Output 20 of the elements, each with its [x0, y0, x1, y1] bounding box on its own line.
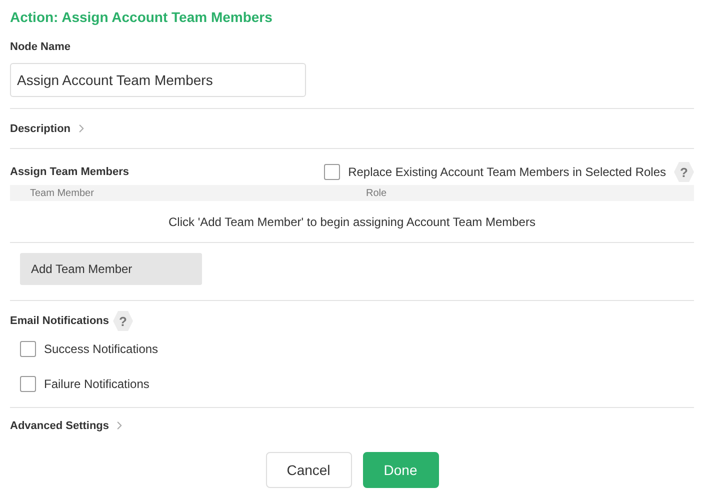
checkbox-label: Success Notifications — [44, 342, 158, 356]
dialog-title: Action: Assign Account Team Members — [10, 8, 274, 27]
column-header: Role — [365, 188, 388, 198]
node-name-field[interactable]: Assign Account Team Members — [10, 63, 306, 97]
checkbox[interactable] — [20, 340, 36, 356]
checkbox[interactable] — [20, 376, 36, 392]
section-label: Description — [10, 122, 71, 134]
cancel-button[interactable]: Cancel — [266, 452, 352, 488]
section-label: Advanced Settings — [10, 420, 110, 432]
checkbox[interactable] — [324, 164, 340, 180]
add-team-member-button[interactable]: Add Team Member — [20, 253, 202, 285]
checkbox-label: Replace Existing Account Team Members in Selected Roles — [348, 165, 666, 179]
checkbox-label: Failure Notifications — [44, 376, 150, 390]
help-icon[interactable]: ? — [113, 311, 134, 331]
section-label: Assign Team Members — [10, 166, 130, 178]
column-header: Team Member — [29, 188, 95, 198]
help-icon[interactable]: ? — [674, 162, 694, 182]
empty-message: Click 'Add Team Member' to begin assigning Account Team Members — [168, 214, 536, 231]
section-label: Email Notifications — [10, 315, 110, 327]
field-label: Node Name — [10, 41, 71, 53]
